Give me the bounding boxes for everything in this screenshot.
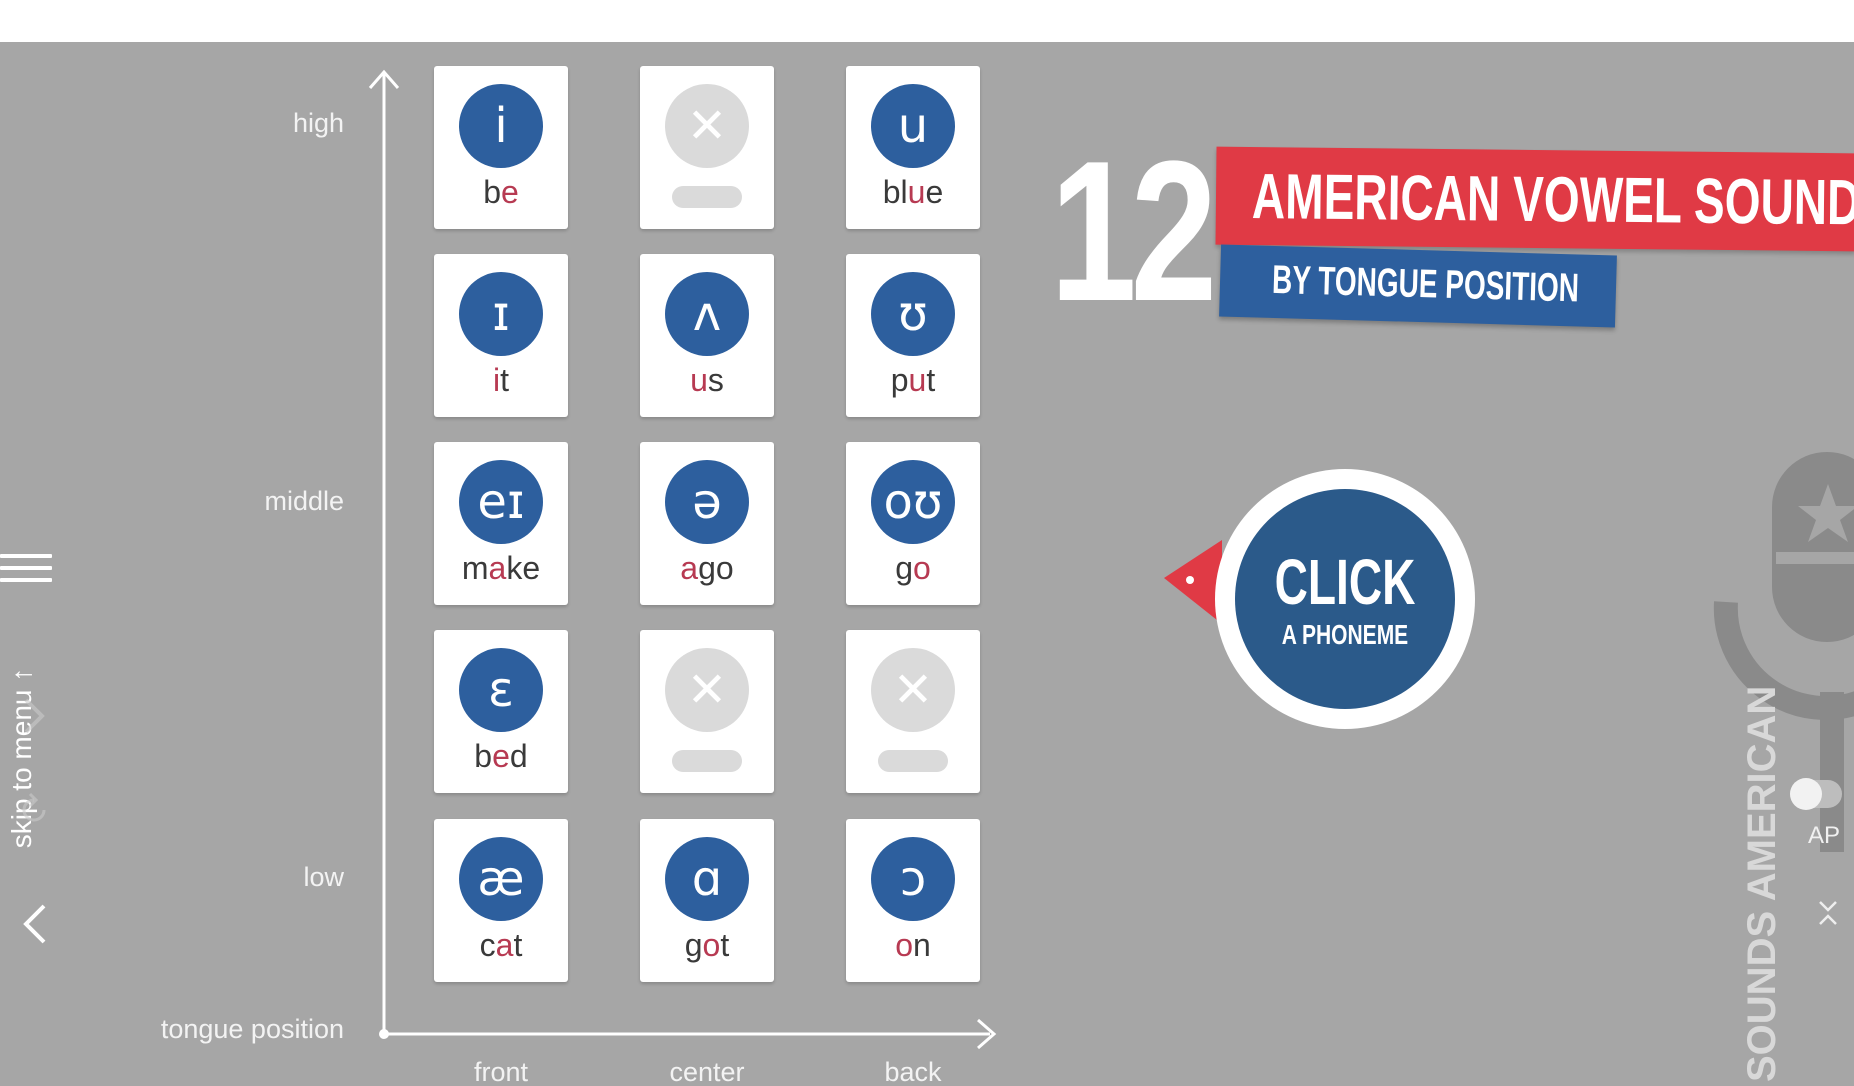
side-brand-text: SOUNDS AMERICAN bbox=[1740, 685, 1784, 1082]
expand-arrows-icon[interactable] bbox=[1812, 898, 1842, 928]
y-label-high: high bbox=[292, 108, 344, 138]
placeholder-bar bbox=[672, 750, 742, 772]
phoneme-symbol: ɑ bbox=[665, 837, 749, 921]
phoneme-symbol: ɛ bbox=[459, 648, 543, 732]
phoneme-symbol: æ bbox=[459, 837, 543, 921]
cta-line2: A PHONEME bbox=[1281, 619, 1409, 650]
word-part: ke bbox=[506, 550, 541, 586]
word-highlight: a bbox=[495, 927, 514, 963]
word-part: g bbox=[684, 927, 703, 963]
word-highlight: e bbox=[492, 738, 510, 774]
word-highlight: u bbox=[907, 174, 926, 210]
phoneme-card[interactable]: ʊ put bbox=[846, 254, 980, 417]
click-phoneme-button[interactable]: CLICK A PHONEME bbox=[1215, 469, 1475, 729]
word-part: m bbox=[461, 550, 489, 586]
unavailable-x-icon: ✕ bbox=[665, 648, 749, 732]
phoneme-card[interactable]: ɑ got bbox=[640, 819, 774, 982]
word-part: n bbox=[913, 927, 931, 963]
word-part: e bbox=[925, 174, 944, 210]
toggle-switch-icon[interactable] bbox=[1786, 774, 1846, 814]
previous-slide-icon[interactable] bbox=[18, 900, 50, 948]
phoneme-symbol: oʊ bbox=[871, 460, 955, 544]
x-label-front: front bbox=[473, 1057, 529, 1086]
word-part: t bbox=[926, 362, 936, 398]
example-word: put bbox=[846, 362, 980, 399]
example-word: got bbox=[640, 927, 774, 964]
phoneme-symbol: ɪ bbox=[459, 272, 543, 356]
phoneme-card[interactable]: ə ago bbox=[640, 442, 774, 605]
next-slide-icon[interactable] bbox=[18, 692, 50, 740]
word-highlight: o bbox=[913, 550, 931, 586]
axis-corner-label: tongue position bbox=[160, 1014, 344, 1044]
example-word: bed bbox=[434, 738, 568, 775]
phoneme-card[interactable]: u blue bbox=[846, 66, 980, 229]
phoneme-symbol: ɔ bbox=[871, 837, 955, 921]
ap-label: AP bbox=[1808, 822, 1841, 849]
word-highlight: u bbox=[908, 362, 927, 398]
word-part: t bbox=[513, 927, 523, 963]
word-part: b bbox=[474, 738, 493, 774]
word-part: p bbox=[890, 362, 909, 398]
placeholder-bar bbox=[672, 186, 742, 208]
phoneme-card[interactable]: eɪ make bbox=[434, 442, 568, 605]
phoneme-card[interactable]: i be bbox=[434, 66, 568, 229]
word-highlight: u bbox=[690, 362, 708, 398]
word-part: s bbox=[707, 362, 724, 398]
replay-icon[interactable] bbox=[14, 790, 54, 830]
example-word: go bbox=[846, 550, 980, 587]
word-part: go bbox=[698, 550, 734, 586]
phoneme-symbol: u bbox=[871, 84, 955, 168]
y-label-middle: middle bbox=[264, 486, 344, 516]
example-word: cat bbox=[434, 927, 568, 964]
title-number: 12 bbox=[1050, 120, 1217, 343]
example-word: ago bbox=[640, 550, 774, 587]
word-part: g bbox=[895, 550, 913, 586]
word-part: bl bbox=[882, 174, 908, 210]
phoneme-symbol: i bbox=[459, 84, 543, 168]
word-part: c bbox=[479, 927, 496, 963]
title-main: AMERICAN VOWEL SOUNDS bbox=[1251, 160, 1854, 239]
word-highlight: e bbox=[501, 174, 519, 210]
phoneme-card[interactable]: ʌ us bbox=[640, 254, 774, 417]
phoneme-card[interactable]: ɪ it bbox=[434, 254, 568, 417]
example-word: make bbox=[434, 550, 568, 587]
x-label-center: center bbox=[669, 1057, 745, 1086]
word-part: t bbox=[720, 927, 730, 963]
example-word: it bbox=[434, 362, 568, 399]
example-word: blue bbox=[846, 174, 980, 211]
menu-icon[interactable] bbox=[0, 554, 52, 594]
app-stage: high middle low tongue position front ce… bbox=[0, 42, 1854, 1086]
phoneme-card-empty: ✕ bbox=[640, 66, 774, 229]
example-word: us bbox=[640, 362, 774, 399]
word-part: t bbox=[500, 362, 509, 398]
word-highlight: o bbox=[702, 927, 721, 963]
cta-line1: CLICK bbox=[1274, 546, 1416, 618]
y-label-low: low bbox=[303, 862, 344, 892]
phoneme-symbol: ʌ bbox=[665, 272, 749, 356]
word-part: b bbox=[483, 174, 501, 210]
word-part: d bbox=[509, 738, 528, 774]
phoneme-symbol: eɪ bbox=[459, 460, 543, 544]
title-sub: BY TONGUE POSITION bbox=[1271, 257, 1580, 311]
phoneme-card[interactable]: oʊ go bbox=[846, 442, 980, 605]
unavailable-x-icon: ✕ bbox=[665, 84, 749, 168]
example-word: on bbox=[846, 927, 980, 964]
example-word: be bbox=[434, 174, 568, 211]
placeholder-bar bbox=[878, 750, 948, 772]
phoneme-card-empty: ✕ bbox=[846, 630, 980, 793]
unavailable-x-icon: ✕ bbox=[871, 648, 955, 732]
phoneme-card[interactable]: ɛ bed bbox=[434, 630, 568, 793]
title-banner: AMERICAN VOWEL SOUNDS bbox=[1215, 146, 1854, 252]
word-highlight: a bbox=[488, 550, 507, 586]
phoneme-symbol: ʊ bbox=[871, 272, 955, 356]
phoneme-card-empty: ✕ bbox=[640, 630, 774, 793]
word-highlight: a bbox=[680, 550, 699, 586]
phoneme-card[interactable]: ɔ on bbox=[846, 819, 980, 982]
word-highlight: o bbox=[895, 927, 913, 963]
subtitle-banner: BY TONGUE POSITION bbox=[1219, 244, 1617, 328]
phoneme-card[interactable]: æ cat bbox=[434, 819, 568, 982]
x-label-back: back bbox=[884, 1057, 942, 1086]
phoneme-symbol: ə bbox=[665, 460, 749, 544]
